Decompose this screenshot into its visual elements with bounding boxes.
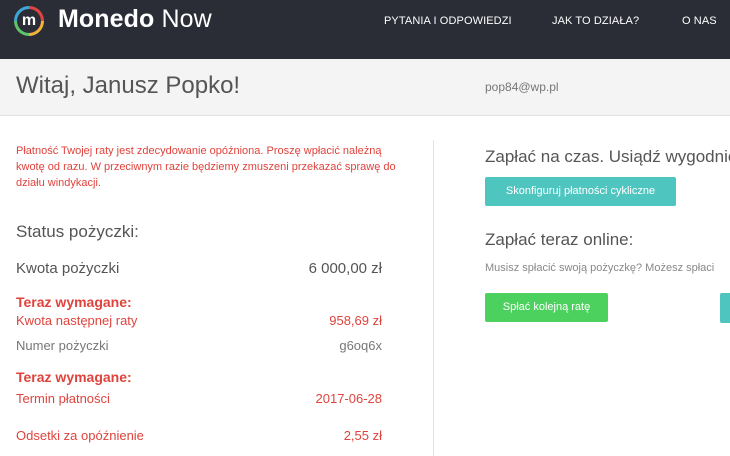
late-interest-value: 2,55 zł [343,428,382,443]
page-title: Witaj, Janusz Popko! [16,72,241,99]
next-installment-label: Kwota następnej raty [16,313,138,328]
required-now-heading: Teraz wymagane: [16,294,132,310]
loan-number-label: Numer pożyczki [16,338,109,353]
partial-action-button[interactable] [720,293,730,323]
nav-link-how-it-works[interactable]: JAK TO DZIAŁA? [552,15,639,27]
logo-icon[interactable]: m [14,6,44,36]
loan-number-value: g6oq6x [339,338,382,353]
logo-letter: m [17,9,41,33]
loan-status-title: Status pożyczki: [16,222,139,241]
overdue-warning: Płatność Twojej raty jest zdecydowanie o… [16,145,396,189]
late-interest-label: Odsetki za opóźnienie [16,428,144,443]
nav-link-about[interactable]: O NAS [682,15,717,27]
next-installment-value: 958,69 zł [329,313,382,328]
brand-light: Now [161,5,212,33]
due-date-label: Termin płatności [16,391,110,406]
loan-amount-value: 6 000,00 zł [308,260,382,277]
configure-recurring-payments-button[interactable]: Skonfiguruj płatności cykliczne [485,177,676,206]
pay-next-installment-button[interactable]: Spłać kolejną ratę [485,293,608,322]
required-now-heading: Teraz wymagane: [16,369,132,385]
pay-online-note: Musisz spłacić swoją pożyczkę? Możesz sp… [485,262,715,274]
brand-name[interactable]: Monedo Now [58,4,212,34]
pay-online-title: Zapłać teraz online: [485,230,634,249]
top-nav-bar: m Monedo Now PYTANIA I ODPOWIEDZI JAK TO… [0,0,730,59]
nav-link-faq[interactable]: PYTANIA I ODPOWIEDZI [384,15,512,27]
greeting-band: Witaj, Janusz Popko! pop84@wp.pl [0,59,730,116]
pay-on-time-title: Zapłać na czas. Usiądź wygodnie [485,147,730,166]
loan-amount-label: Kwota pożyczki [16,260,120,277]
brand-bold: Monedo [58,5,155,33]
user-email: pop84@wp.pl [485,80,559,94]
column-divider [433,140,434,456]
due-date-value: 2017-06-28 [315,391,383,406]
